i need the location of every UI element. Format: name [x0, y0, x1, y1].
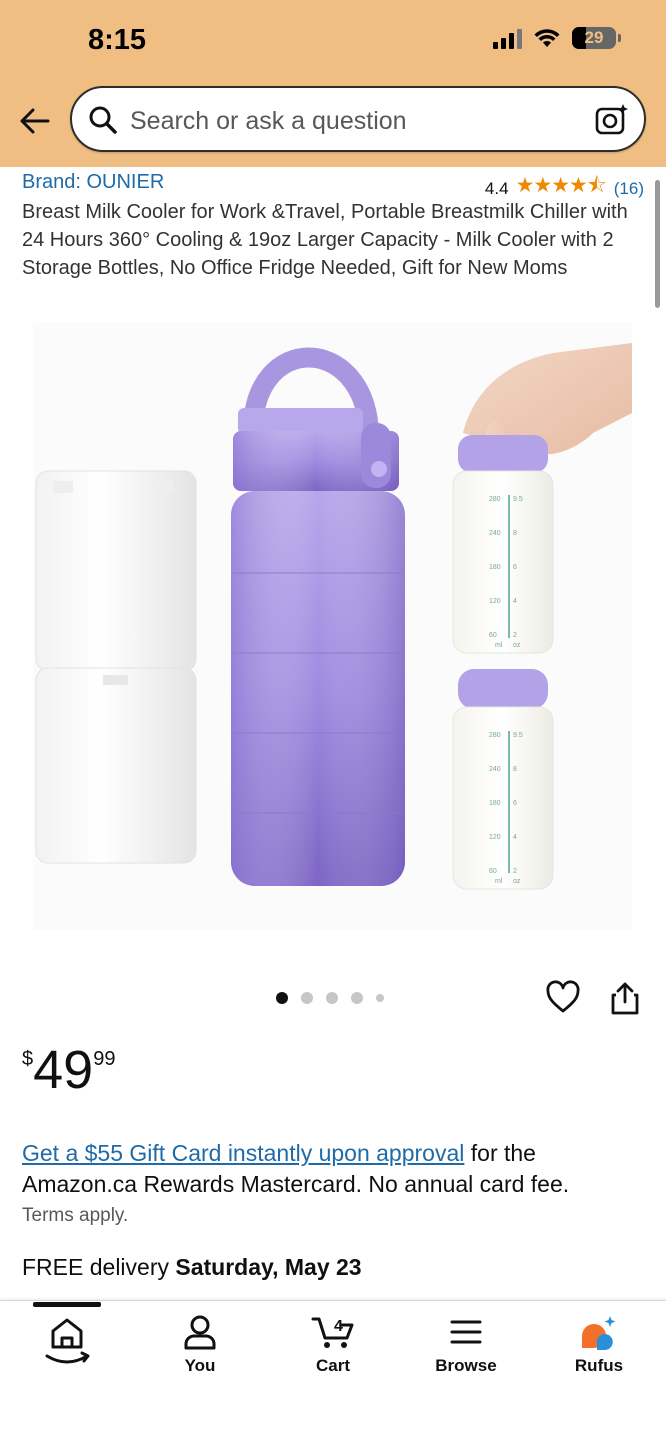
gift-card-link[interactable]: Get a $55 Gift Card instantly upon appro… [22, 1140, 464, 1166]
nav-home[interactable] [17, 1314, 117, 1370]
rufus-icon [582, 1316, 616, 1350]
carousel-dot[interactable] [351, 992, 363, 1004]
terms-text: Terms apply. [22, 1205, 129, 1226]
nav-browse[interactable]: Browse [416, 1314, 516, 1376]
delivery-prefix: FREE delivery [22, 1254, 176, 1280]
search-input[interactable]: Search or ask a question [130, 107, 407, 136]
product-photo: 280 9.5 240 8 180 6 120 4 60 2 ml oz 280 9.5 240 8 180 6 1… [35, 343, 632, 890]
nav-cart-label: Cart [315, 1356, 350, 1375]
price-currency: $ [22, 1048, 34, 1070]
scale-unit-ml: ml [495, 878, 503, 885]
price: $ 49 99 [22, 1042, 115, 1098]
storage-bottle-top [452, 343, 632, 654]
cart-icon: 4 [311, 1317, 354, 1348]
scale-label-oz: 9.5 [513, 732, 523, 739]
price-fraction: 99 [93, 1048, 116, 1070]
wifi-icon [534, 29, 560, 47]
camera-icon[interactable] [594, 102, 630, 138]
scale-label-ml: 280 [489, 496, 501, 503]
scale-label-oz: 2 [513, 632, 517, 639]
scale-label-ml: 180 [489, 564, 501, 571]
price-whole: 49 [33, 1040, 94, 1100]
app-header: 8:15 29 Search or ask a question [0, 0, 666, 167]
menu-icon [450, 1320, 482, 1344]
scale-label-ml: 180 [489, 800, 501, 807]
scale-label-ml: 240 [489, 530, 501, 537]
scale-label-oz: 8 [513, 530, 517, 537]
user-icon [184, 1315, 216, 1350]
carousel-dot[interactable] [326, 992, 338, 1004]
nav-rufus[interactable]: Rufus [549, 1314, 649, 1376]
product-title: Breast Milk Cooler for Work &Travel, Por… [22, 201, 628, 279]
white-sleeve-bottom [35, 667, 197, 864]
scale-label-oz: 6 [513, 800, 517, 807]
scrollbar[interactable] [655, 180, 660, 308]
delivery-info: FREE delivery Saturday, May 23 [22, 1254, 362, 1281]
carousel-dots[interactable] [276, 992, 384, 1004]
back-arrow-icon[interactable] [18, 104, 52, 138]
scale-unit-oz: oz [513, 878, 521, 885]
scale-label-ml: 120 [489, 598, 501, 605]
search-bar[interactable]: Search or ask a question [70, 86, 646, 152]
purple-cooler [231, 347, 405, 886]
search-icon [89, 106, 117, 134]
status-icons: 29 [493, 27, 621, 49]
scale-unit-oz: oz [513, 642, 521, 649]
scale-label-ml: 280 [489, 732, 501, 739]
carousel-dot[interactable] [276, 992, 288, 1004]
scale-unit-ml: ml [495, 642, 503, 649]
nav-active-indicator [33, 1302, 101, 1307]
rating-value: 4.4 [484, 178, 509, 198]
nav-you[interactable]: You [150, 1314, 250, 1376]
rating-count[interactable]: (16) [614, 179, 644, 199]
battery-level: 29 [584, 28, 604, 47]
battery-icon: 29 [572, 27, 621, 49]
nav-rufus-label: Rufus [574, 1356, 624, 1375]
scale-label-ml: 60 [489, 868, 497, 875]
nav-cart[interactable]: 4 Cart [283, 1314, 383, 1376]
brand-link[interactable]: Brand: OUNIER [22, 171, 164, 194]
nav-browse-label: Browse [435, 1356, 497, 1375]
scale-label-oz: 2 [513, 868, 517, 875]
product-image[interactable]: 280 9.5 240 8 180 6 120 4 60 2 ml oz 280 9.5 240 8 180 6 1… [33, 323, 632, 930]
share-icon[interactable] [608, 980, 642, 1016]
scale-label-oz: 6 [513, 564, 517, 571]
scale-label-ml: 60 [489, 632, 497, 639]
heart-icon[interactable] [545, 980, 581, 1016]
scale-label-ml: 240 [489, 766, 501, 773]
cart-count: 4 [334, 1318, 343, 1335]
carousel-dot[interactable] [301, 992, 313, 1004]
white-sleeve-top [35, 470, 197, 672]
status-time: 8:15 [88, 24, 147, 56]
nav-you-label: You [184, 1356, 216, 1375]
scale-label-oz: 4 [513, 598, 517, 605]
carousel-dot[interactable] [376, 994, 384, 1002]
scale-label-oz: 8 [513, 766, 517, 773]
scale-label-oz: 9.5 [513, 496, 523, 503]
gift-card-promo: Get a $55 Gift Card instantly upon appro… [22, 1138, 642, 1200]
delivery-date: Saturday, May 23 [175, 1254, 362, 1280]
scale-label-ml: 120 [489, 834, 501, 841]
storage-bottle-bottom [452, 669, 554, 890]
signal-icon [493, 27, 522, 49]
scale-label-oz: 4 [513, 834, 517, 841]
home-icon [45, 1318, 90, 1364]
